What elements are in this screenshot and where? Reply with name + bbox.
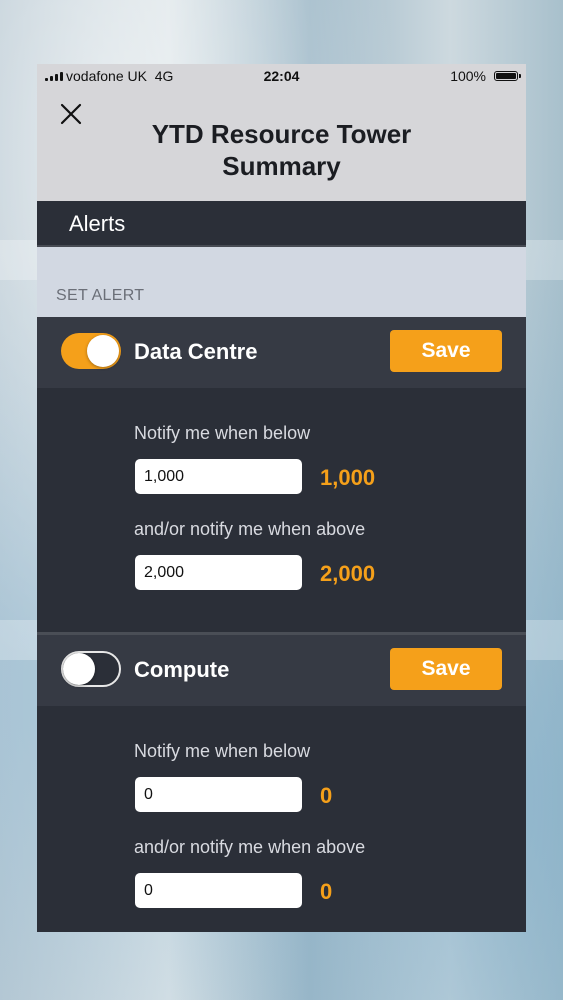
alert-card-header: Data Centre Save (37, 317, 526, 388)
alert-name: Data Centre (134, 339, 258, 364)
modal-header: YTD Resource Tower Summary (37, 88, 526, 201)
save-button[interactable]: Save (390, 648, 502, 690)
set-alert-row: SET ALERT (37, 247, 526, 317)
above-threshold-input[interactable] (135, 873, 302, 908)
below-threshold-value: 0 (320, 783, 333, 808)
phone-screen: vodafone UK 4G 22:04 100% YTD Resource T… (37, 64, 526, 932)
alerts-section-header: Alerts (37, 201, 526, 247)
below-threshold-input[interactable] (135, 459, 302, 494)
save-button[interactable]: Save (390, 330, 502, 372)
compute-toggle[interactable] (61, 651, 121, 687)
set-alert-label: SET ALERT (56, 287, 145, 304)
alert-card-compute: Compute Save Notify me when below 0 and/… (37, 635, 526, 932)
alert-card-body: Notify me when below 0 and/or notify me … (37, 706, 526, 932)
battery-percent: 100% (450, 68, 486, 84)
above-threshold-input[interactable] (135, 555, 302, 590)
below-threshold-input[interactable] (135, 777, 302, 812)
alert-card-header: Compute Save (37, 635, 526, 706)
toggle-knob (87, 335, 119, 367)
alert-card-body: Notify me when below 1,000 and/or notify… (37, 388, 526, 632)
alert-name: Compute (134, 657, 230, 682)
above-label: and/or notify me when above (134, 519, 366, 539)
below-threshold-value: 1,000 (320, 465, 376, 490)
above-label: and/or notify me when above (134, 837, 366, 857)
page-title: YTD Resource Tower Summary (151, 119, 412, 181)
above-threshold-value: 2,000 (320, 561, 376, 586)
close-icon[interactable] (55, 98, 87, 130)
below-label: Notify me when below (134, 741, 311, 761)
section-title: Alerts (69, 211, 126, 236)
data-centre-toggle[interactable] (61, 333, 121, 369)
above-threshold-value: 0 (320, 879, 333, 904)
below-label: Notify me when below (134, 423, 311, 443)
alert-card-data-centre: Data Centre Save Notify me when below 1,… (37, 317, 526, 632)
battery-icon (494, 71, 521, 81)
toggle-knob (63, 653, 95, 685)
status-bar: vodafone UK 4G 22:04 100% (37, 64, 526, 88)
